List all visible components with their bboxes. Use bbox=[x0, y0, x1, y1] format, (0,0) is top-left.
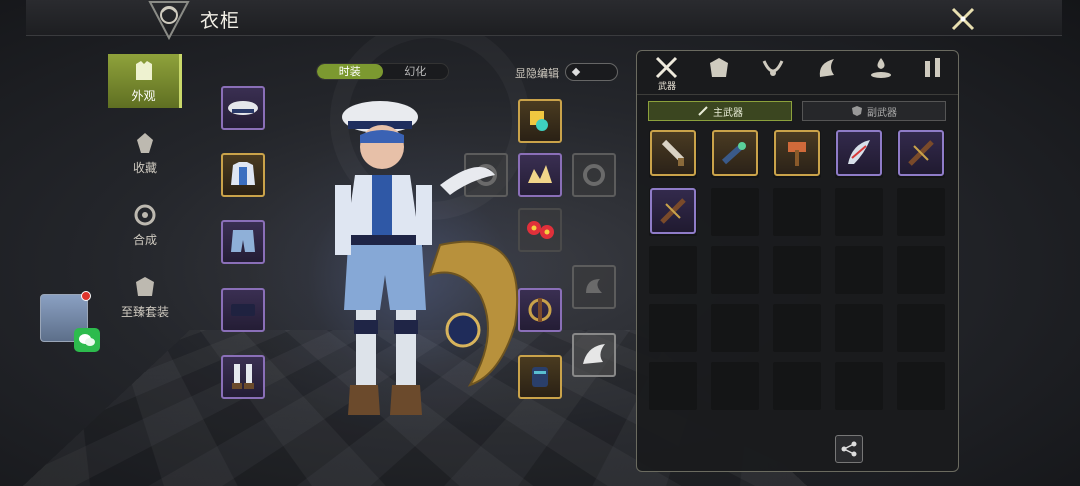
supreme-set-icon bbox=[136, 277, 154, 296]
close-button[interactable] bbox=[946, 2, 980, 36]
necklace-icon bbox=[762, 60, 784, 76]
equip-slot-shoes[interactable] bbox=[221, 355, 265, 399]
inventory-slot[interactable] bbox=[897, 188, 945, 236]
category-tabs: 武器 bbox=[637, 51, 958, 95]
share-icon bbox=[841, 441, 857, 457]
sword-icon bbox=[698, 106, 708, 116]
aura-icon bbox=[871, 58, 891, 78]
nav-label: 至臻套装 bbox=[120, 305, 169, 319]
crossbow-icon bbox=[908, 140, 934, 166]
equip-slot-bottom[interactable] bbox=[221, 220, 265, 264]
nav-label: 收藏 bbox=[132, 161, 157, 175]
inventory-slot[interactable] bbox=[835, 304, 883, 352]
subtab-label: 副武器 bbox=[867, 107, 897, 119]
inventory-slot[interactable] bbox=[897, 304, 945, 352]
tab-misc[interactable] bbox=[913, 55, 953, 93]
collection-icon bbox=[137, 133, 153, 153]
page-title: 衣柜 bbox=[200, 10, 241, 32]
hammer-icon bbox=[788, 142, 806, 166]
shorts-icon bbox=[231, 230, 255, 252]
subtab-sub-weapon[interactable]: 副武器 bbox=[802, 101, 946, 121]
tab-aura[interactable] bbox=[861, 55, 901, 93]
nav-item-appearance[interactable]: 外观 bbox=[108, 54, 182, 108]
crossbow-icon bbox=[660, 198, 686, 224]
inventory-item[interactable] bbox=[712, 130, 758, 176]
share-button[interactable] bbox=[835, 435, 863, 463]
ring-icon bbox=[583, 164, 605, 186]
crossed-swords-icon bbox=[655, 56, 678, 79]
tab-fashion[interactable]: 时装 bbox=[317, 64, 383, 79]
boots-icon bbox=[232, 364, 254, 389]
inventory-slot[interactable] bbox=[711, 246, 759, 294]
wardrobe-panel: 武器 主武器 副武器 bbox=[636, 50, 959, 472]
inventory-slot[interactable] bbox=[773, 188, 821, 236]
nav-item-synthesis[interactable]: 合成 bbox=[108, 198, 182, 252]
inventory-item[interactable] bbox=[650, 130, 696, 176]
ornate-gun-icon bbox=[721, 141, 747, 165]
inventory-slot[interactable] bbox=[897, 246, 945, 294]
inventory-slot[interactable] bbox=[835, 362, 883, 410]
inventory-slot[interactable] bbox=[649, 246, 697, 294]
jacket-icon bbox=[231, 162, 255, 185]
equip-slot-cape[interactable] bbox=[572, 333, 616, 377]
inventory-item[interactable] bbox=[650, 188, 696, 234]
cannon-icon bbox=[661, 139, 685, 166]
close-icon bbox=[951, 7, 975, 31]
tab-label: 武器 bbox=[657, 82, 676, 92]
synthesis-icon bbox=[134, 204, 156, 226]
feather-blade-icon bbox=[848, 140, 870, 164]
wechat-icon bbox=[79, 334, 95, 346]
misc-icon bbox=[925, 58, 940, 77]
inventory-item[interactable] bbox=[836, 130, 882, 176]
wing-icon bbox=[819, 59, 834, 77]
visibility-edit-label: 显隐编辑 bbox=[515, 67, 559, 80]
equip-slot-wing[interactable] bbox=[572, 265, 616, 309]
inventory-slot[interactable] bbox=[897, 362, 945, 410]
side-nav: 外观 收藏 合成 至臻套装 bbox=[108, 54, 182, 342]
inventory-slot[interactable] bbox=[773, 246, 821, 294]
beret-icon bbox=[228, 101, 258, 115]
helmet-icon bbox=[710, 58, 728, 77]
inventory-slot[interactable] bbox=[773, 304, 821, 352]
top-bar: 衣柜 bbox=[26, 0, 1062, 41]
tab-helmet[interactable] bbox=[699, 55, 739, 93]
nav-label: 合成 bbox=[132, 233, 157, 247]
feather-wing-icon bbox=[583, 344, 605, 364]
nav-label: 外观 bbox=[131, 89, 156, 103]
equip-slot-top[interactable] bbox=[221, 153, 265, 197]
equip-slot-hat[interactable] bbox=[221, 86, 265, 130]
inventory-slot[interactable] bbox=[649, 304, 697, 352]
inventory-item[interactable] bbox=[774, 130, 820, 176]
nav-item-supreme-set[interactable]: 至臻套装 bbox=[108, 270, 182, 324]
tab-transmog[interactable]: 幻化 bbox=[383, 64, 449, 79]
equip-slot-gloves[interactable] bbox=[221, 288, 265, 332]
tab-necklace[interactable] bbox=[753, 55, 793, 93]
subtab-label: 主武器 bbox=[713, 107, 743, 119]
notification-dot bbox=[81, 291, 91, 301]
wechat-button[interactable] bbox=[74, 328, 100, 352]
subtab-main-weapon[interactable]: 主武器 bbox=[648, 101, 792, 121]
tab-wing[interactable] bbox=[807, 55, 847, 93]
equip-slot-ring-right[interactable] bbox=[572, 153, 616, 197]
nav-item-collection[interactable]: 收藏 bbox=[108, 126, 182, 180]
inventory-item[interactable] bbox=[898, 130, 944, 176]
character-model bbox=[335, 101, 519, 415]
inventory-slot[interactable] bbox=[711, 304, 759, 352]
inventory-slot[interactable] bbox=[649, 362, 697, 410]
inventory-slot[interactable] bbox=[835, 188, 883, 236]
armor-icon bbox=[135, 61, 152, 80]
gloves-icon bbox=[231, 304, 255, 316]
wing-icon bbox=[586, 279, 602, 293]
dragon-emblem-icon bbox=[146, 0, 192, 41]
tab-weapon[interactable]: 武器 bbox=[647, 55, 687, 93]
inventory-slot[interactable] bbox=[773, 362, 821, 410]
inventory-slot[interactable] bbox=[711, 188, 759, 236]
shield-icon bbox=[852, 106, 862, 116]
view-tabs: 时装 幻化 bbox=[316, 63, 449, 80]
visibility-edit-toggle[interactable] bbox=[565, 63, 618, 81]
inventory-slot[interactable] bbox=[711, 362, 759, 410]
inventory-slot[interactable] bbox=[835, 246, 883, 294]
